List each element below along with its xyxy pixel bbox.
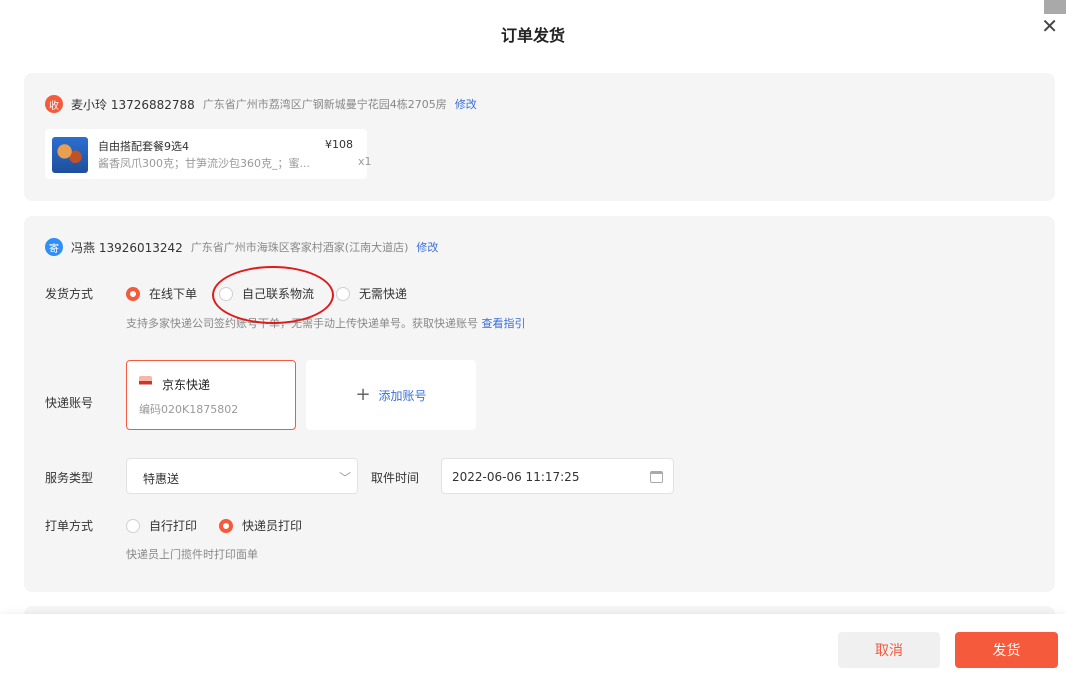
radio-checked-icon — [126, 286, 140, 301]
receiver-row: 收 麦小玲 13726882788 广东省广州市荔湾区广钢新城曼宁花园4栋270… — [45, 95, 477, 113]
product-quantity: x1 — [358, 155, 372, 168]
radio-label: 在线下单 — [149, 287, 198, 301]
product-price: ¥108 — [325, 138, 353, 151]
sender-badge: 寄 — [45, 238, 63, 256]
sender-edit-link[interactable]: 修改 — [416, 239, 438, 255]
pickup-time-value: 2022-06-06 11:17:25 — [452, 470, 580, 484]
chevron-down-icon: ﹀ — [338, 471, 351, 485]
service-type-value: 特惠送 — [143, 472, 180, 486]
red-annotation-circle — [212, 266, 334, 324]
product-spec: 酱香凤爪300克；甘笋流沙包360克_；蜜... — [98, 157, 310, 170]
dialog-title: 订单发货 — [500, 26, 565, 45]
receiver-card: 收 麦小玲 13726882788 广东省广州市荔湾区广钢新城曼宁花园4栋270… — [24, 73, 1055, 201]
print-method-radio-group: 自行打印 快递员打印 — [126, 517, 324, 534]
radio-checked-icon — [219, 518, 234, 533]
radio-unchecked-icon — [126, 518, 140, 533]
ship-method-hint: 支持多家快递公司签约账号下单，无需手动上传快递单号。获取快递账号 查看指引 — [126, 315, 526, 331]
add-account-button[interactable]: + 添加账号 — [306, 360, 476, 430]
print-method-self[interactable]: 自行打印 — [126, 517, 197, 534]
jd-express-logo — [139, 376, 152, 388]
pickup-time-label: 取件时间 — [371, 471, 420, 485]
receiver-address: 广东省广州市荔湾区广钢新城曼宁花园4栋2705房 — [202, 98, 447, 111]
product-item: 自由搭配套餐9选4 ¥108 酱香凤爪300克；甘笋流沙包360克_；蜜... … — [45, 129, 372, 179]
product-name: 自由搭配套餐9选4 — [98, 140, 189, 153]
product-thumbnail — [52, 137, 88, 173]
ship-method-no-express[interactable]: 无需快递 — [336, 285, 407, 302]
radio-label: 无需快递 — [359, 287, 408, 301]
express-account-label: 快递账号 — [45, 396, 94, 410]
express-account-card[interactable]: 京东快递 编码020K1875802 — [126, 360, 296, 430]
view-guide-link[interactable]: 查看指引 — [482, 317, 526, 330]
cancel-button[interactable]: 取消 — [838, 632, 940, 668]
shipping-card: 寄 冯燕 13926013242 广东省广州市海珠区客家村酒家(江南大道店) 修… — [24, 216, 1055, 592]
print-method-hint: 快递员上门揽件时打印面单 — [126, 548, 258, 561]
add-account-label: 添加账号 — [378, 388, 427, 403]
sender-name-phone: 冯燕 13926013242 — [71, 240, 183, 255]
plus-icon: + — [355, 384, 371, 405]
express-account-name: 京东快递 — [162, 378, 211, 392]
calendar-icon — [650, 471, 663, 483]
radio-label: 自行打印 — [149, 519, 198, 533]
print-method-label: 打单方式 — [45, 519, 94, 533]
radio-label: 快递员打印 — [242, 519, 303, 533]
pickup-time-input[interactable]: 2022-06-06 11:17:25 — [441, 458, 674, 494]
receiver-badge: 收 — [45, 95, 63, 113]
receiver-name-phone: 麦小玲 13726882788 — [71, 97, 195, 112]
express-account-code: 编码020K1875802 — [139, 403, 239, 416]
sender-row: 寄 冯燕 13926013242 广东省广州市海珠区客家村酒家(江南大道店) 修… — [45, 238, 438, 256]
print-method-courier[interactable]: 快递员打印 — [219, 517, 302, 534]
corner-tab — [1044, 0, 1066, 14]
ship-method-online[interactable]: 在线下单 — [126, 285, 197, 302]
service-type-label: 服务类型 — [45, 471, 94, 485]
sender-address: 广东省广州市海珠区客家村酒家(江南大道店) — [190, 241, 409, 254]
receiver-edit-link[interactable]: 修改 — [455, 96, 477, 112]
ship-method-label: 发货方式 — [45, 287, 94, 301]
ship-button[interactable]: 发货 — [955, 632, 1058, 668]
dialog-footer: 取消 发货 — [0, 614, 1066, 676]
service-type-select[interactable]: 特惠送 ﹀ — [126, 458, 358, 494]
close-icon[interactable]: ✕ — [1041, 16, 1058, 36]
radio-unchecked-icon — [336, 286, 351, 301]
